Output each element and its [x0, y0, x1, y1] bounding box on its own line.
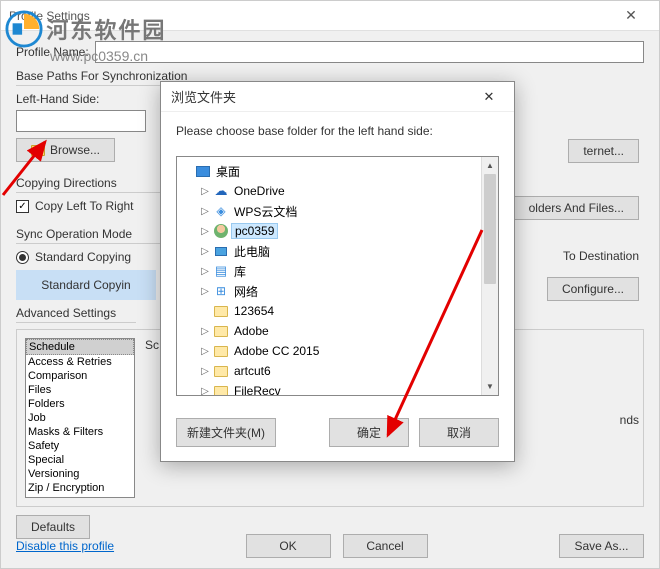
watermark-url: www.pc0359.cn [50, 48, 166, 64]
tree-item[interactable]: ▷ Adobe CC 2015 [177, 341, 481, 361]
adv-item[interactable]: Files [26, 383, 134, 397]
adv-item[interactable]: Folders [26, 397, 134, 411]
tree-item[interactable]: ▷ Adobe [177, 321, 481, 341]
browse-folder-dialog: 浏览文件夹 ✕ Please choose base folder for th… [160, 81, 515, 462]
tree-item-label: Adobe [231, 324, 272, 338]
pc-icon [213, 243, 229, 259]
folder-icon [213, 363, 229, 379]
tree-item-label: 123654 [231, 304, 277, 318]
watermark-logo-icon [5, 10, 43, 48]
tree-item-label: FileRecv [231, 384, 284, 395]
folder-icon [31, 145, 45, 156]
cloud-icon: ☁ [213, 183, 229, 199]
tree-item-label: artcut6 [231, 364, 274, 378]
folder-icon [213, 383, 229, 395]
standard-copying-label: Standard Copying [35, 250, 131, 264]
disable-profile-link[interactable]: Disable this profile [16, 539, 114, 553]
new-folder-button[interactable]: 新建文件夹(M) [176, 418, 276, 447]
adv-item[interactable]: Advanced [26, 495, 134, 498]
left-hand-input[interactable] [16, 110, 146, 132]
expand-icon[interactable]: ▷ [199, 206, 211, 217]
tree-item[interactable]: ▷⊞网络 [177, 281, 481, 301]
expand-icon[interactable]: ▷ [199, 326, 211, 337]
scroll-thumb[interactable] [484, 174, 496, 284]
tree-item[interactable]: ▷◈WPS云文档 [177, 201, 481, 221]
advanced-list[interactable]: ScheduleAccess & RetriesComparisonFilesF… [25, 338, 135, 498]
dialog-close-icon[interactable]: ✕ [474, 89, 504, 105]
folder-tree[interactable]: 桌面▷☁OneDrive▷◈WPS云文档▷pc0359▷此电脑▷▤库▷⊞网络12… [177, 157, 481, 395]
copy-left-right-checkbox[interactable]: ✓ [16, 200, 29, 213]
user-icon [213, 223, 229, 239]
tree-item[interactable]: ▷▤库 [177, 261, 481, 281]
adv-item[interactable]: Masks & Filters [26, 425, 134, 439]
standard-copying-radio[interactable] [16, 251, 29, 264]
tree-item-label: Adobe CC 2015 [231, 344, 322, 358]
expand-icon[interactable]: ▷ [199, 346, 211, 357]
sc-label: Sc [145, 338, 159, 352]
scroll-down-icon[interactable]: ▼ [482, 378, 498, 395]
tree-item[interactable]: ▷ pc0359 [177, 221, 481, 241]
tree-item-label: pc0359 [231, 223, 278, 239]
tree-item[interactable]: ▷☁OneDrive [177, 181, 481, 201]
desktop-icon [195, 163, 211, 179]
expand-icon[interactable]: ▷ [199, 366, 211, 377]
dialog-title: 浏览文件夹 [171, 87, 474, 106]
adv-item[interactable]: Access & Retries [26, 355, 134, 369]
folder-tree-container: 桌面▷☁OneDrive▷◈WPS云文档▷pc0359▷此电脑▷▤库▷⊞网络12… [176, 156, 499, 396]
configure-button[interactable]: Configure... [547, 277, 639, 301]
tree-item[interactable]: ▷ 此电脑 [177, 241, 481, 261]
tree-item[interactable]: 123654 [177, 301, 481, 321]
cancel-button[interactable]: Cancel [343, 534, 428, 558]
expand-icon[interactable]: ▷ [199, 186, 211, 197]
tree-item[interactable]: ▷ artcut6 [177, 361, 481, 381]
tree-item[interactable]: ▷ FileRecv [177, 381, 481, 395]
tree-item-label: 桌面 [213, 163, 243, 180]
tree-item-label: OneDrive [231, 184, 288, 198]
adv-item[interactable]: Safety [26, 439, 134, 453]
to-destination-label: To Destination [563, 249, 639, 263]
tree-item-label: 此电脑 [231, 243, 273, 260]
tree-scrollbar[interactable]: ▲ ▼ [481, 157, 498, 395]
advanced-settings-label: Advanced Settings [16, 306, 136, 323]
scroll-up-icon[interactable]: ▲ [482, 157, 498, 174]
tree-item[interactable]: 桌面 [177, 161, 481, 181]
dialog-titlebar: 浏览文件夹 ✕ [161, 82, 514, 112]
adv-item[interactable]: Versioning [26, 467, 134, 481]
browse-button[interactable]: Browse... [16, 138, 115, 162]
expand-icon[interactable]: ▷ [199, 266, 211, 277]
nds-label: nds [620, 413, 639, 427]
expand-icon[interactable]: ▷ [199, 386, 211, 396]
profile-name-input[interactable] [95, 41, 644, 63]
folder-icon [213, 343, 229, 359]
main-close-icon[interactable]: ✕ [611, 7, 651, 24]
wps-icon: ◈ [213, 203, 229, 219]
expand-icon[interactable]: ▷ [199, 246, 211, 257]
dialog-cancel-button[interactable]: 取消 [419, 418, 499, 447]
expand-icon[interactable]: ▷ [199, 226, 211, 237]
mode-banner: Standard Copyin [16, 270, 156, 300]
adv-item[interactable]: Zip / Encryption [26, 481, 134, 495]
folder-icon [213, 323, 229, 339]
watermark: 河东软件园 www.pc0359.cn [5, 10, 166, 64]
net-icon: ⊞ [213, 283, 229, 299]
save-as-button[interactable]: Save As... [559, 534, 644, 558]
adv-item[interactable]: Comparison [26, 369, 134, 383]
tree-item-label: WPS云文档 [231, 203, 300, 220]
adv-item[interactable]: Job [26, 411, 134, 425]
dialog-prompt: Please choose base folder for the left h… [176, 124, 499, 138]
adv-item[interactable]: Schedule [26, 339, 134, 355]
expand-icon[interactable]: ▷ [199, 286, 211, 297]
ok-button[interactable]: OK [246, 534, 331, 558]
dialog-ok-button[interactable]: 确定 [329, 418, 409, 447]
tree-item-label: 网络 [231, 283, 261, 300]
adv-item[interactable]: Special [26, 453, 134, 467]
tree-item-label: 库 [231, 263, 249, 280]
browse-label: Browse... [50, 143, 100, 157]
lib-icon: ▤ [213, 263, 229, 279]
select-folders-files-button[interactable]: olders And Files... [514, 196, 639, 220]
folder-icon [213, 303, 229, 319]
copy-left-right-label: Copy Left To Right [35, 199, 134, 213]
watermark-title: 河东软件园 [46, 18, 166, 43]
internet-button[interactable]: ternet... [568, 139, 639, 163]
